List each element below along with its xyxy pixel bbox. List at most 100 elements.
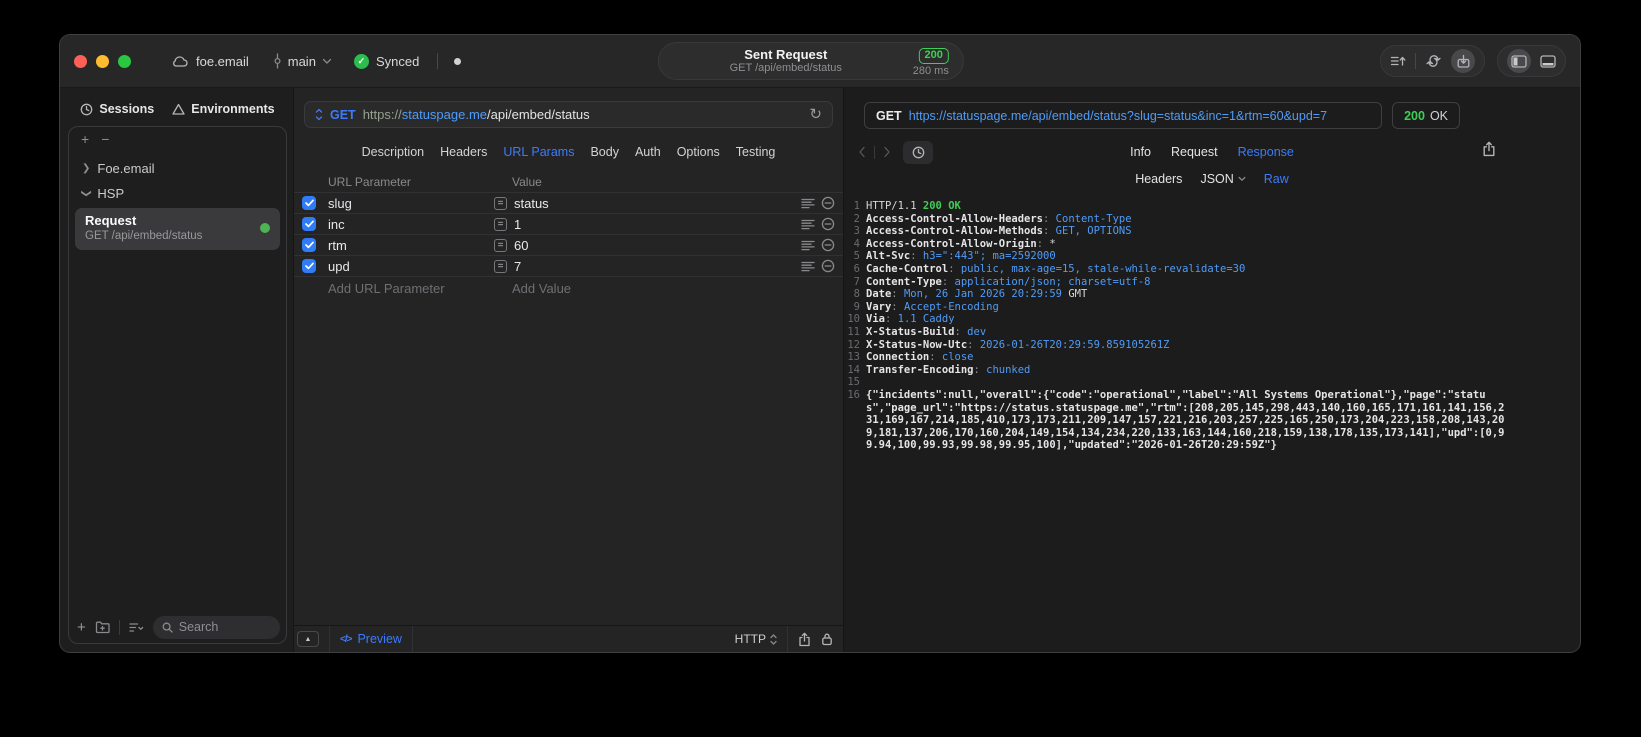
response-url-box[interactable]: GET https://statuspage.me/api/embed/stat… xyxy=(864,102,1383,129)
lines-up-arrow-icon xyxy=(1390,56,1406,66)
row-options-icon[interactable] xyxy=(801,198,815,209)
remove-row-icon[interactable] xyxy=(821,196,835,210)
tab-auth[interactable]: Auth xyxy=(635,145,661,159)
method-stepper-icon[interactable] xyxy=(315,108,323,121)
add-session-button[interactable]: + xyxy=(81,132,89,146)
add-param-name-input[interactable]: Add URL Parameter xyxy=(328,281,445,296)
pill-status: 200 280 ms xyxy=(913,44,963,77)
branch-icon xyxy=(274,53,281,69)
response-code[interactable]: 1 HTTP/1.1 200 OK 2 Access-Control-Allow-He… xyxy=(844,192,1580,652)
sort-filter-icon[interactable] xyxy=(129,622,144,633)
param-name-input[interactable]: inc xyxy=(328,217,494,232)
forward-icon[interactable] xyxy=(883,146,891,158)
subtab-json[interactable]: JSON xyxy=(1200,172,1246,186)
remove-row-icon[interactable] xyxy=(821,259,835,273)
sync-status[interactable]: ✓ Synced xyxy=(353,53,419,69)
remove-row-icon[interactable] xyxy=(821,238,835,252)
row-options-icon[interactable] xyxy=(801,240,815,251)
footer-divider xyxy=(787,625,788,652)
titlebar-actions xyxy=(1380,45,1566,77)
row-options-icon[interactable] xyxy=(801,261,815,272)
share-icon[interactable] xyxy=(798,632,811,647)
tab-info[interactable]: Info xyxy=(1130,145,1151,159)
param-value-input[interactable]: 60 xyxy=(514,238,801,253)
method-select[interactable]: GET xyxy=(330,108,356,122)
tab-environments-label: Environments xyxy=(191,102,275,116)
tab-headers[interactable]: Headers xyxy=(440,145,487,159)
url-input[interactable]: https://statuspage.me/api/embed/status xyxy=(363,107,590,122)
tab-body[interactable]: Body xyxy=(590,145,619,159)
line-number: 9 xyxy=(853,300,860,313)
subtab-headers[interactable]: Headers xyxy=(1135,172,1182,186)
new-folder-icon[interactable] xyxy=(95,621,110,634)
remove-session-button[interactable]: − xyxy=(101,132,109,146)
param-checkbox[interactable] xyxy=(302,259,316,273)
param-name-input[interactable]: upd xyxy=(328,259,494,274)
minimize-window-button[interactable] xyxy=(96,54,109,68)
sync-loop-button[interactable] xyxy=(1425,54,1442,68)
send-request-icon[interactable]: ↻ xyxy=(809,107,822,122)
protocol-label: HTTP xyxy=(734,632,766,646)
close-window-button[interactable] xyxy=(74,54,87,68)
tab-description[interactable]: Description xyxy=(362,145,425,159)
param-value-input[interactable]: 1 xyxy=(514,217,801,232)
row-options-icon[interactable] xyxy=(801,219,815,230)
request-item-subtitle: GET /api/embed/status xyxy=(85,230,203,243)
export-response-button[interactable] xyxy=(1482,141,1496,162)
param-checkbox[interactable] xyxy=(302,196,316,210)
param-name-input[interactable]: rtm xyxy=(328,238,494,253)
response-subtabs: Headers JSON Raw xyxy=(844,166,1580,192)
sidebar: Sessions Environments + − ❯ Foe.email ❯ … xyxy=(60,88,294,652)
sync-check-icon: ✓ xyxy=(353,53,369,69)
preview-button[interactable]: </> Preview xyxy=(340,632,402,646)
remove-row-icon[interactable] xyxy=(821,217,835,231)
param-value-input[interactable]: 7 xyxy=(514,259,801,274)
search-placeholder: Search xyxy=(178,620,219,634)
tab-testing[interactable]: Testing xyxy=(736,145,776,159)
expand-panel-button[interactable]: ▲ xyxy=(297,631,319,647)
url-bar[interactable]: GET https://statuspage.me/api/embed/stat… xyxy=(304,101,833,128)
toggle-bottom-panel-button[interactable] xyxy=(1540,54,1556,68)
tab-environments[interactable]: Environments xyxy=(172,102,275,116)
tab-response[interactable]: Response xyxy=(1238,145,1294,159)
lock-icon[interactable] xyxy=(821,632,833,646)
import-response-button[interactable] xyxy=(1451,49,1475,73)
back-icon[interactable] xyxy=(858,146,866,158)
project-menu[interactable]: foe.email xyxy=(171,54,249,69)
add-param-value-input[interactable]: Add Value xyxy=(512,281,571,296)
updown-chevrons-icon xyxy=(770,633,777,645)
request-status-pill[interactable]: Sent Request GET /api/embed/status 200 2… xyxy=(657,42,964,80)
param-name-input[interactable]: slug xyxy=(328,196,494,211)
request-list-item[interactable]: Request GET /api/embed/status xyxy=(75,208,280,250)
response-url: https://statuspage.me/api/embed/status?s… xyxy=(908,108,1328,123)
tab-options[interactable]: Options xyxy=(677,145,720,159)
response-line: 11 X-Status-Build: dev xyxy=(844,326,1510,339)
branch-selector[interactable]: main xyxy=(273,53,332,69)
param-value-input[interactable]: status xyxy=(514,196,801,211)
response-status-code: 200 xyxy=(1404,108,1425,123)
search-icon xyxy=(162,622,173,633)
search-input[interactable]: Search xyxy=(152,615,280,639)
param-checkbox[interactable] xyxy=(302,238,316,252)
subtab-label: JSON xyxy=(1200,172,1234,186)
subtab-raw[interactable]: Raw xyxy=(1264,172,1289,186)
toolbar-group-left xyxy=(1380,45,1485,77)
export-button[interactable] xyxy=(1390,54,1406,68)
request-status-dot xyxy=(260,223,270,234)
new-request-button[interactable]: + xyxy=(77,620,86,635)
zoom-window-button[interactable] xyxy=(118,54,131,68)
layout-bottom-panel-icon xyxy=(1540,54,1556,68)
response-line: 3 Access-Control-Allow-Methods: GET, OPTI… xyxy=(844,225,1510,238)
tab-request[interactable]: Request xyxy=(1171,145,1218,159)
session-tree: ❯ Foe.email ❯ HSP Request GET /api/embed… xyxy=(69,156,286,250)
param-row-actions xyxy=(801,196,835,210)
tab-url-params[interactable]: URL Params xyxy=(503,145,574,159)
tree-group-hsp[interactable]: ❯ HSP xyxy=(74,181,281,206)
tab-sessions[interactable]: Sessions xyxy=(80,102,154,116)
tree-group-foe-email[interactable]: ❯ Foe.email xyxy=(74,156,281,181)
param-checkbox[interactable] xyxy=(302,217,316,231)
response-line: 6 Cache-Control: public, max-age=15, stal… xyxy=(844,263,1510,276)
history-button[interactable] xyxy=(903,140,933,164)
toggle-sidebar-button[interactable] xyxy=(1507,49,1531,73)
protocol-select[interactable]: HTTP xyxy=(735,632,777,646)
